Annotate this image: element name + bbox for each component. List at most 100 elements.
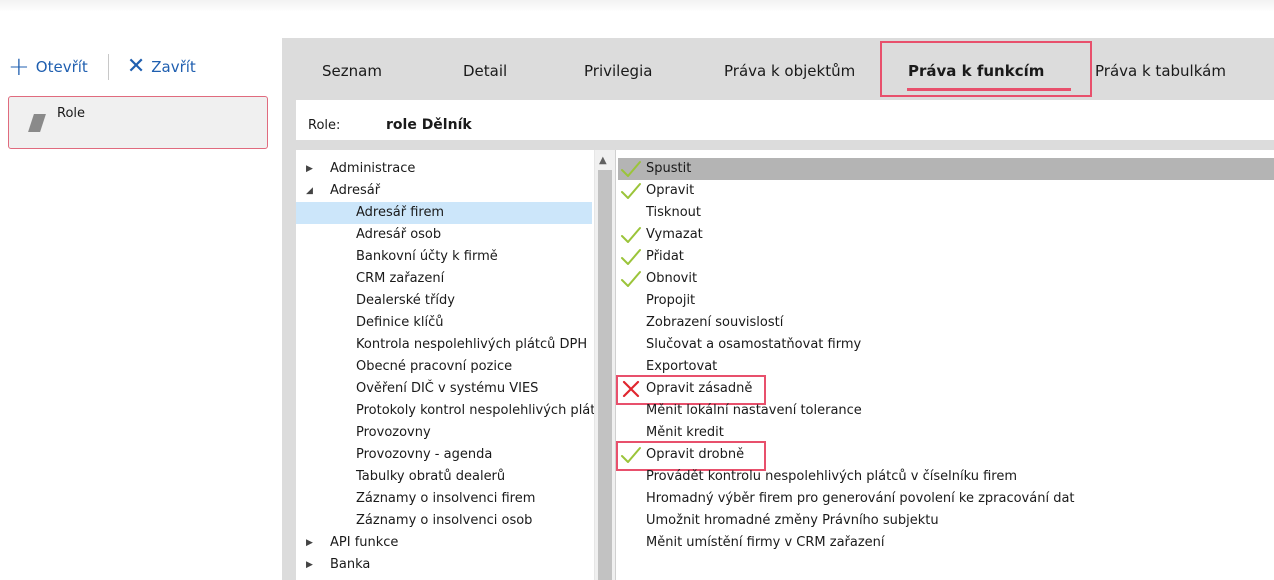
role-header: Role: role Dělník [296,100,1274,140]
function-row[interactable]: Provádět kontrolu nespolehlivých plátců … [618,466,1274,488]
tree-item-label: CRM zařazení [356,271,445,286]
check-icon[interactable] [620,248,642,266]
tree-item-label: Kontrola nespolehlivých plátců DPH [356,337,588,352]
function-row[interactable]: Slučovat a osamostatňovat firmy [618,334,1274,356]
tree-node[interactable]: ▶ API funkce [296,532,592,554]
tree-leaf[interactable]: Dealerské třídy [296,290,592,312]
expand-arrow-icon[interactable]: ▶ [306,158,313,180]
function-label: Tisknout [646,205,701,220]
toolbar-separator [107,54,109,80]
function-label: Vymazat [646,227,703,242]
function-row[interactable]: Hromadný výběr firem pro generování povo… [618,488,1274,510]
tree-leaf[interactable]: Obecné pracovní pozice [296,356,592,378]
function-label: Měnit umístění firmy v CRM zařazení [646,535,885,550]
tree-item-label: Definice klíčů [356,315,444,330]
tab-3[interactable]: Privilegia [584,62,652,80]
tree-item-label: API funkce [330,535,399,550]
function-row[interactable]: Opravit [618,180,1274,202]
tree-item-label: Banka [330,557,371,572]
close-icon: ✕ [126,54,146,79]
function-label: Propojit [646,293,696,308]
tree-leaf[interactable]: Protokoly kontrol nespolehlivých plátců [296,400,594,422]
function-label: Zobrazení souvislostí [646,315,784,330]
tree-item-label: Záznamy o insolvenci osob [356,513,533,528]
function-row[interactable]: Měnit lokální nastavení tolerance [618,400,1274,422]
function-label: Obnovit [646,271,698,286]
tree-node[interactable]: ▶ Administrace [296,158,592,180]
function-label: Provádět kontrolu nespolehlivých plátců … [646,469,1017,484]
sidebar-item-role[interactable]: Role [8,96,268,149]
role-name: role Dělník [386,117,472,133]
function-row[interactable]: Přidat [618,246,1274,268]
tree-leaf[interactable]: Adresář firem [296,202,592,224]
check-icon[interactable] [620,160,642,178]
tab-2[interactable]: Detail [463,62,507,80]
tree-item-label: Protokoly kontrol nespolehlivých plátců [356,403,594,418]
plus-icon: + [8,52,30,82]
function-row[interactable]: Spustit [618,158,1274,180]
tree-leaf[interactable]: Záznamy o insolvenci firem [296,488,592,510]
tree-node[interactable]: ▶ Banka [296,554,592,576]
tree-node[interactable]: ◢ Adresář [296,180,592,202]
function-rights-list[interactable]: Spustit Opravit Tisknout Vymazat Přidat Obnov… [616,150,1274,580]
collapse-arrow-icon[interactable]: ◢ [306,180,313,202]
tree-leaf[interactable]: Kontrola nespolehlivých plátců DPH [296,334,592,356]
sidebar-item-label: Role [57,106,86,121]
tree-leaf[interactable]: Ověření DIČ v systému VIES [296,378,592,400]
function-label: Měnit lokální nastavení tolerance [646,403,862,418]
tree-item-label: Bankovní účty k firmě [356,249,498,264]
expand-arrow-icon[interactable]: ▶ [306,532,313,554]
tree-item-label: Obecné pracovní pozice [356,359,513,374]
function-row[interactable]: Umožnit hromadné změny Právního subjektu [618,510,1274,532]
tree-item-label: Záznamy o insolvenci firem [356,491,536,506]
open-button-label: Otevřít [35,58,88,76]
tree-leaf[interactable]: Definice klíčů [296,312,592,334]
tree-leaf[interactable]: Bankovní účty k firmě [296,246,592,268]
active-tab-underline [907,88,1071,91]
check-icon[interactable] [620,182,642,200]
tree-item-label: Ověření DIČ v systému VIES [356,381,539,396]
tab-bar: Seznam Detail Privilegia Práva k objektům Pr… [282,38,1274,100]
function-label: Opravit [646,183,695,198]
tree-leaf[interactable]: Adresář osob [296,224,592,246]
function-label: Spustit [646,161,692,176]
function-label: Hromadný výběr firem pro generování povo… [646,491,1075,506]
tree-item-label: Tabulky obratů dealerů [356,469,506,484]
function-label: Slučovat a osamostatňovat firmy [646,337,862,352]
close-button[interactable]: ✕ Zavřít [126,54,196,79]
tree-item-label: Dealerské třídy [356,293,455,308]
tree-scrollbar[interactable]: ▲ [594,150,616,580]
check-icon[interactable] [620,270,642,288]
tree-leaf[interactable]: CRM zařazení [296,268,592,290]
function-row[interactable]: Vymazat [618,224,1274,246]
expand-arrow-icon[interactable]: ▶ [306,554,313,576]
function-row[interactable]: Zobrazení souvislostí [618,312,1274,334]
window-top-strip [0,0,1274,12]
tab-1[interactable]: Seznam [322,62,382,80]
tab-6[interactable]: Práva k tabulkám [1095,62,1226,80]
function-row[interactable]: Měnit umístění firmy v CRM zařazení [618,532,1274,554]
function-row[interactable]: Propojit [618,290,1274,312]
role-icon [28,113,46,132]
tree-leaf[interactable]: Tabulky obratů dealerů [296,466,592,488]
tab-4[interactable]: Práva k objektům [724,62,855,80]
check-icon[interactable] [620,226,642,244]
tree-item-label: Adresář firem [356,205,445,220]
role-field-label: Role: [308,118,341,133]
tree-leaf[interactable]: Provozovny [296,422,592,444]
close-button-label: Zavřít [151,58,196,76]
scrollbar-thumb[interactable] [598,170,612,580]
function-row[interactable]: Tisknout [618,202,1274,224]
scroll-up-icon[interactable]: ▲ [599,155,607,166]
open-button[interactable]: + Otevřít [8,52,88,82]
tree-item-label: Administrace [330,161,416,176]
agenda-tree[interactable]: ▶ Administrace ◢ Adresář Adresář firem Adresá… [296,150,594,580]
tree-item-label: Provozovny [356,425,431,440]
tree-item-label: Adresář osob [356,227,442,242]
tree-leaf[interactable]: Provozovny - agenda [296,444,592,466]
tree-item-label: Adresář [330,183,381,198]
tree-item-label: Provozovny - agenda [356,447,493,462]
tree-leaf[interactable]: Záznamy o insolvenci osob [296,510,592,532]
function-label: Umožnit hromadné změny Právního subjektu [646,513,939,528]
function-row[interactable]: Obnovit [618,268,1274,290]
